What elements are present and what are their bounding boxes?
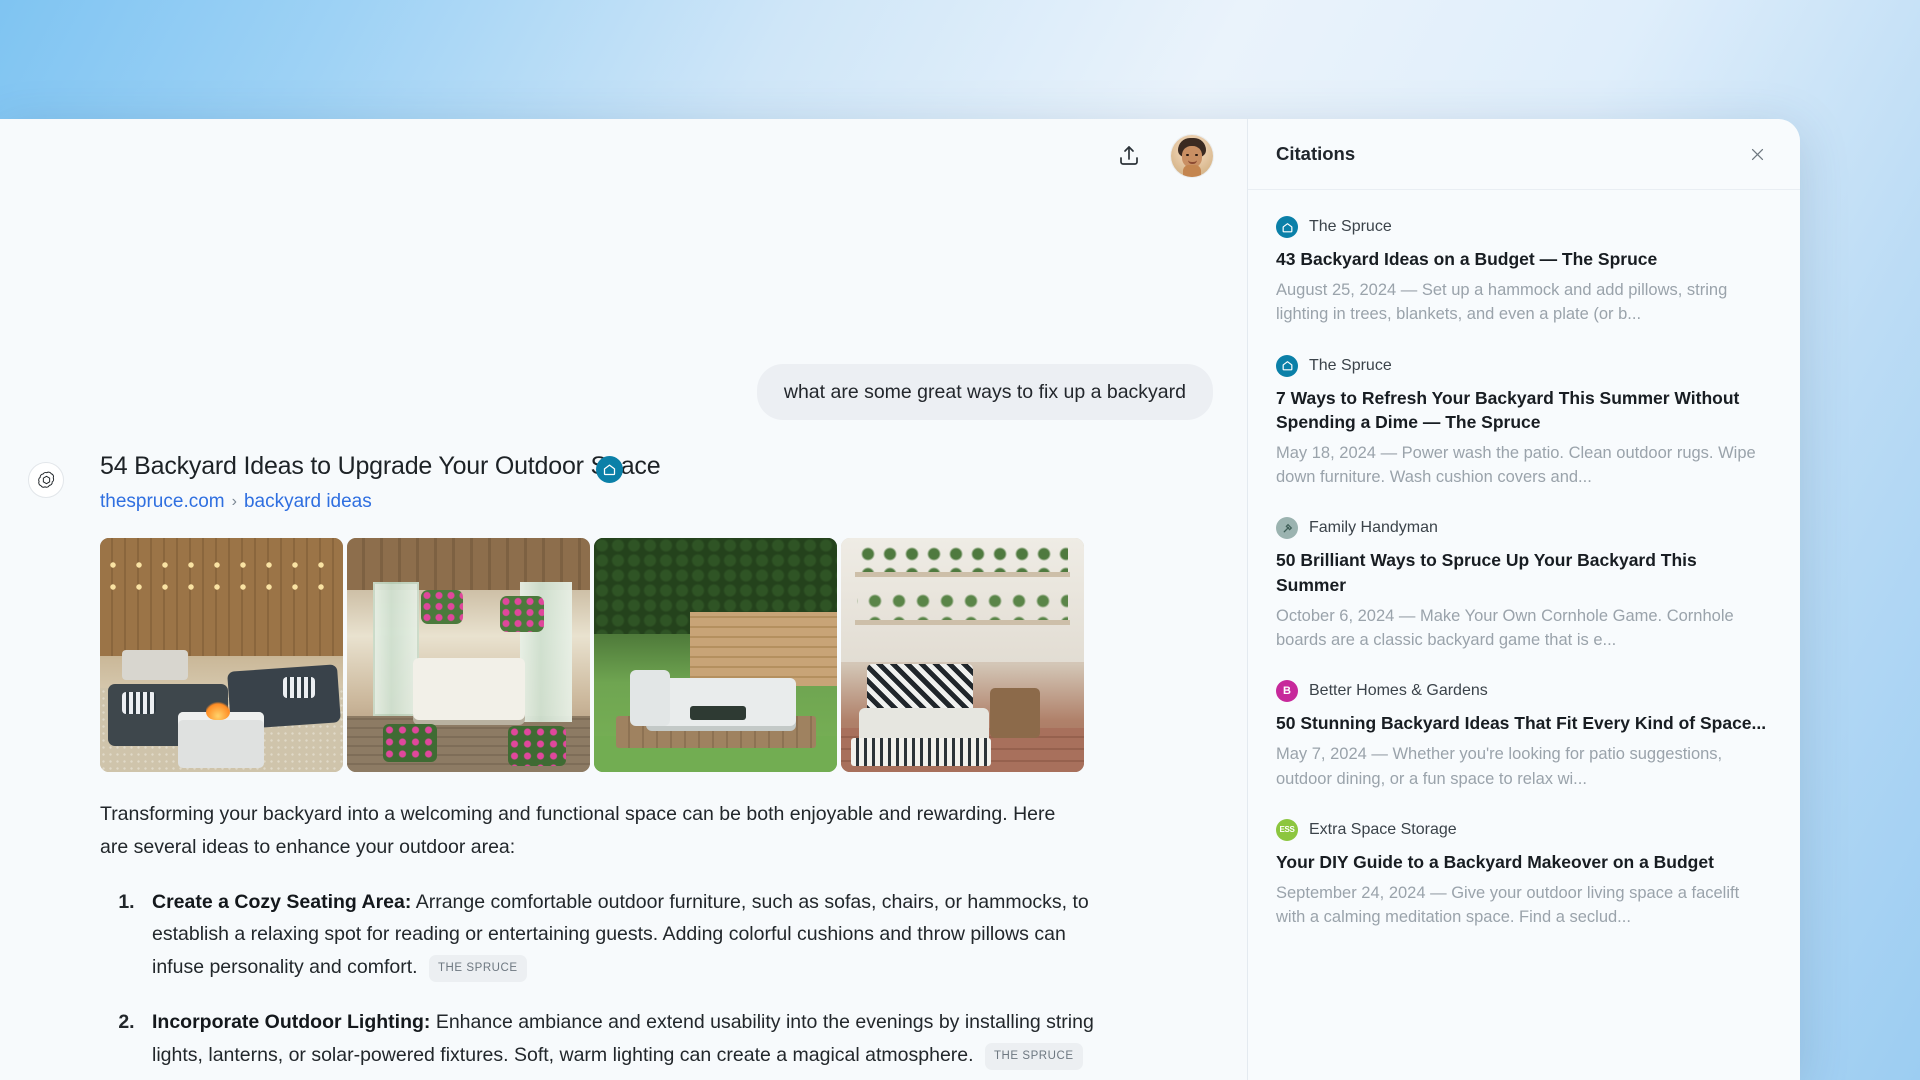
share-upload-icon[interactable] — [1109, 136, 1149, 176]
citation-title[interactable]: 50 Brilliant Ways to Spruce Up Your Back… — [1276, 548, 1770, 596]
avatar-eye-right — [1195, 154, 1198, 156]
breadcrumb[interactable]: thespruce.com › backyard ideas — [100, 491, 1167, 513]
close-icon[interactable] — [1742, 139, 1772, 169]
citation-snippet: May 7, 2024 — Whether you're looking for… — [1276, 745, 1723, 788]
citations-title: Citations — [1276, 143, 1356, 164]
citation-source: B Better Homes & Gardens — [1276, 680, 1770, 703]
app-window: what are some great ways to fix up a bac… — [0, 119, 1800, 1080]
citation-source-name: Family Handyman — [1309, 519, 1438, 537]
citation-item[interactable]: The Spruce 43 Backyard Ideas on a Budget… — [1276, 216, 1770, 327]
result-thumbnail[interactable] — [347, 538, 590, 772]
page-title: 54 Backyard Ideas to Upgrade Your Outdoo… — [100, 452, 661, 480]
openai-logo-icon — [28, 462, 64, 498]
citation-item[interactable]: ESS Extra Space Storage Your DIY Guide t… — [1276, 818, 1770, 930]
citations-panel: Citations The Spruce 43 Backyard Ideas o… — [1247, 119, 1800, 1080]
citation-source-name: Better Homes & Gardens — [1309, 682, 1488, 700]
list-item-heading: Create a Cozy Seating Area: — [152, 890, 412, 913]
search-result-header: 54 Backyard Ideas to Upgrade Your Outdoo… — [100, 450, 1227, 513]
house-icon — [1276, 354, 1298, 377]
result-image-strip — [100, 538, 1227, 772]
citation-source-name: The Spruce — [1309, 356, 1392, 374]
assistant-text: Transforming your backyard into a welcom… — [100, 798, 1227, 1080]
citation-chip[interactable]: THE SPRUCE — [428, 955, 527, 983]
avatar-eye-left — [1186, 154, 1189, 156]
result-thumbnail[interactable] — [841, 538, 1084, 772]
assistant-body: 54 Backyard Ideas to Upgrade Your Outdoo… — [100, 450, 1227, 1080]
list-item-heading: Incorporate Outdoor Lighting: — [152, 1010, 431, 1033]
citation-source-name: The Spruce — [1309, 218, 1392, 235]
citation-snippet: May 18, 2024 — Power wash the patio. Cle… — [1276, 443, 1756, 487]
citation-title[interactable]: 43 Backyard Ideas on a Budget — The Spru… — [1276, 247, 1770, 271]
citation-title[interactable]: 7 Ways to Refresh Your Backyard This Sum… — [1276, 386, 1770, 434]
top-bar — [0, 119, 1247, 193]
citations-list[interactable]: The Spruce 43 Backyard Ideas on a Budget… — [1248, 190, 1800, 1080]
citation-source: The Spruce — [1276, 354, 1770, 377]
citation-source: The Spruce — [1276, 216, 1770, 238]
breadcrumb-page[interactable]: backyard ideas — [244, 491, 372, 513]
avatar-neck — [1183, 165, 1201, 177]
list-item: Create a Cozy Seating Area: Arrange comf… — [140, 886, 1120, 984]
citation-source: Family Handyman — [1276, 517, 1770, 540]
citation-source: ESS Extra Space Storage — [1276, 818, 1770, 841]
citation-title[interactable]: 50 Stunning Backyard Ideas That Fit Ever… — [1276, 711, 1770, 735]
result-thumbnail[interactable] — [100, 538, 343, 772]
citation-snippet: September 24, 2024 — Give your outdoor l… — [1276, 883, 1740, 927]
house-icon — [1276, 216, 1298, 238]
conversation-column: what are some great ways to fix up a bac… — [0, 119, 1247, 1080]
list-item: Incorporate Outdoor Lighting: Enhance am… — [140, 1006, 1120, 1072]
user-message-row: what are some great ways to fix up a bac… — [756, 364, 1213, 421]
idea-list: Create a Cozy Seating Area: Arrange comf… — [100, 886, 1227, 1080]
citation-snippet: August 25, 2024 — Set up a hammock and a… — [1276, 281, 1728, 324]
citation-item[interactable]: Family Handyman 50 Brilliant Ways to Spr… — [1276, 517, 1770, 652]
source-favicon-house-icon — [596, 456, 623, 483]
breadcrumb-separator-icon: › — [231, 493, 237, 510]
citation-item[interactable]: B Better Homes & Gardens 50 Stunning Bac… — [1276, 680, 1770, 791]
hammer-icon — [1276, 517, 1298, 540]
citation-chip[interactable]: THE SPRUCE — [984, 1042, 1083, 1070]
citation-snippet: October 6, 2024 — Make Your Own Cornhole… — [1276, 606, 1734, 649]
extra-space-storage-icon: ESS — [1276, 818, 1298, 841]
citation-item[interactable]: The Spruce 7 Ways to Refresh Your Backya… — [1276, 354, 1770, 490]
citation-title[interactable]: Your DIY Guide to a Backyard Makeover on… — [1276, 850, 1770, 874]
intro-paragraph: Transforming your backyard into a welcom… — [100, 803, 1056, 858]
letter-b-icon: B — [1276, 680, 1298, 703]
result-thumbnail[interactable] — [594, 538, 837, 772]
citation-source-name: Extra Space Storage — [1309, 820, 1457, 838]
assistant-message: 54 Backyard Ideas to Upgrade Your Outdoo… — [28, 450, 1227, 1080]
avatar[interactable] — [1171, 135, 1213, 177]
user-message-bubble: what are some great ways to fix up a bac… — [756, 364, 1213, 421]
breadcrumb-domain[interactable]: thespruce.com — [100, 491, 225, 513]
citations-header: Citations — [1248, 119, 1800, 190]
